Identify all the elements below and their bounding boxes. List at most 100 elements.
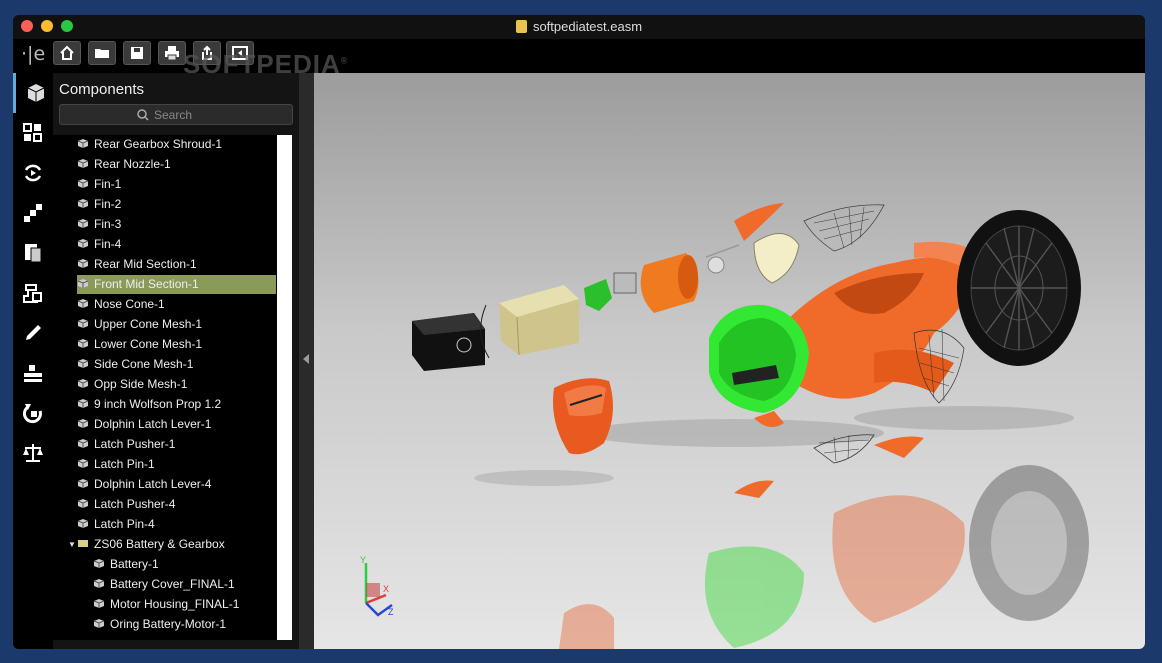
components-panel: Components Search Rear Gearbox Shroud-1 R… bbox=[53, 73, 299, 649]
tree-item[interactable]: Fin-1 bbox=[77, 175, 276, 194]
tree-group[interactable]: ZS06 Battery & Gearbox bbox=[77, 535, 276, 554]
oring-part[interactable] bbox=[584, 279, 612, 311]
tree-item[interactable]: Latch Pusher-1 bbox=[77, 435, 276, 454]
views-icon bbox=[23, 123, 42, 142]
tree-item-label: Rear Gearbox Shroud-1 bbox=[94, 137, 223, 151]
tree-item[interactable]: Rear Mid Section-1 bbox=[77, 255, 276, 274]
tree-item-label: Front Mid Section-1 bbox=[94, 277, 199, 291]
tree-item[interactable]: 9 inch Wolfson Prop 1.2 bbox=[77, 395, 276, 414]
measure-tab[interactable] bbox=[13, 353, 53, 393]
3d-viewport[interactable]: Y X Z bbox=[314, 73, 1145, 649]
search-placeholder: Search bbox=[154, 108, 193, 122]
motor-housing-part[interactable] bbox=[613, 253, 699, 313]
document-icon bbox=[515, 20, 527, 33]
axis-triad: Y X Z bbox=[360, 555, 394, 617]
markup-icon bbox=[25, 244, 42, 263]
tree-item[interactable]: Dolphin Latch Lever-4 bbox=[77, 475, 276, 494]
home-button[interactable] bbox=[53, 41, 81, 65]
tree-item-label: Dolphin Latch Lever-1 bbox=[94, 417, 212, 431]
component-icon bbox=[93, 579, 105, 588]
tree-item[interactable]: Front Mid Section-1 bbox=[77, 275, 276, 294]
tree-item[interactable]: Side Cone Mesh-1 bbox=[77, 355, 276, 374]
component-icon bbox=[77, 239, 89, 248]
scale-tab[interactable] bbox=[13, 433, 53, 473]
animation-tab[interactable] bbox=[13, 153, 53, 193]
tree-item-label: Battery Cover_FINAL-1 bbox=[110, 577, 235, 591]
tree-item-label: Side Cone Mesh-1 bbox=[94, 357, 194, 371]
pen-tab[interactable] bbox=[13, 313, 53, 353]
component-icon bbox=[77, 299, 89, 308]
tree-item[interactable]: Dolphin Latch Lever-1 bbox=[77, 415, 276, 434]
search-icon bbox=[137, 109, 149, 121]
components-tab[interactable] bbox=[13, 73, 53, 113]
tree-item-label: Fin-4 bbox=[94, 237, 122, 251]
nose-cone-part[interactable] bbox=[553, 378, 613, 455]
tree-item-label: Battery-1 bbox=[110, 557, 159, 571]
tree-item-label: Latch Pusher-4 bbox=[94, 497, 176, 511]
tree-item-label: Nose Cone-1 bbox=[94, 297, 165, 311]
component-icon bbox=[77, 339, 89, 348]
tree-child-item[interactable]: Oring Battery-Motor-1 bbox=[93, 615, 276, 634]
print-icon bbox=[165, 46, 179, 61]
front-mid-section-part[interactable] bbox=[784, 241, 979, 399]
rotate-tab[interactable] bbox=[13, 393, 53, 433]
battery-part[interactable] bbox=[412, 313, 485, 371]
app-window: softpediatest.easm ·|e SOFTPEDIA® Compon… bbox=[13, 15, 1145, 649]
components-icon bbox=[27, 84, 45, 102]
component-icon bbox=[77, 459, 89, 468]
tree-item[interactable]: Lower Cone Mesh-1 bbox=[77, 335, 276, 354]
tree-item-label: Fin-1 bbox=[94, 177, 122, 191]
tree-item[interactable]: Latch Pin-4 bbox=[77, 515, 276, 534]
tree-group-label: ZS06 Battery & Gearbox bbox=[94, 537, 225, 551]
tree-item-label: Rear Nozzle-1 bbox=[94, 157, 171, 171]
component-icon bbox=[77, 219, 89, 228]
tree-child-item[interactable]: Battery-1 bbox=[93, 555, 276, 574]
open-button[interactable] bbox=[88, 41, 116, 65]
battery-cover-part[interactable] bbox=[499, 285, 579, 356]
markup-tab[interactable] bbox=[13, 233, 53, 273]
tree-item[interactable]: Fin-2 bbox=[77, 195, 276, 214]
rear-nozzle-part[interactable] bbox=[957, 210, 1081, 366]
tree-item[interactable]: Opp Side Mesh-1 bbox=[77, 375, 276, 394]
tree-item[interactable]: Fin-3 bbox=[77, 215, 276, 234]
component-icon bbox=[77, 379, 89, 388]
tree-item[interactable]: Rear Nozzle-1 bbox=[77, 155, 276, 174]
tree-scrollbar[interactable] bbox=[277, 135, 292, 640]
component-tree: Rear Gearbox Shroud-1 Rear Nozzle-1 Fin-1 F… bbox=[53, 135, 277, 640]
panel-divider[interactable] bbox=[299, 73, 314, 649]
measure-icon bbox=[24, 365, 42, 382]
print-button[interactable] bbox=[158, 41, 186, 65]
search-input[interactable]: Search bbox=[59, 104, 293, 125]
tree-item[interactable]: Nose Cone-1 bbox=[77, 295, 276, 314]
collapse-arrow-icon[interactable] bbox=[303, 354, 309, 364]
steps-tab[interactable] bbox=[13, 193, 53, 233]
animation-icon bbox=[24, 164, 42, 182]
tree-item-label: Rear Mid Section-1 bbox=[94, 257, 197, 271]
tree-item[interactable]: Upper Cone Mesh-1 bbox=[77, 315, 276, 334]
axis-x-label: X bbox=[383, 584, 389, 594]
rotate-icon bbox=[23, 404, 42, 424]
tree-item[interactable]: Rear Gearbox Shroud-1 bbox=[77, 135, 276, 154]
save-button[interactable] bbox=[123, 41, 151, 65]
tree-child-item[interactable]: Battery Cover_FINAL-1 bbox=[93, 575, 276, 594]
views-tab[interactable] bbox=[13, 113, 53, 153]
stamp-tab[interactable] bbox=[13, 273, 53, 313]
tree-item-label: Fin-2 bbox=[94, 197, 122, 211]
component-icon bbox=[77, 139, 89, 148]
tree-item-label: Fin-3 bbox=[94, 217, 122, 231]
tree-item-label: Upper Cone Mesh-1 bbox=[94, 317, 203, 331]
component-icon bbox=[77, 279, 89, 288]
tree-child-item[interactable]: Motor Housing_FINAL-1 bbox=[93, 595, 276, 614]
component-icon bbox=[77, 359, 89, 368]
tree-item[interactable]: Latch Pin-1 bbox=[77, 455, 276, 474]
nose-cone-housing-part[interactable] bbox=[709, 304, 809, 427]
steps-icon bbox=[24, 204, 42, 222]
model-render: Y X Z bbox=[360, 203, 1089, 649]
tree-item-label: Oring Battery-Motor-1 bbox=[110, 617, 227, 631]
tree-item[interactable]: Fin-4 bbox=[77, 235, 276, 254]
disclosure-arrow-icon[interactable]: ▼ bbox=[68, 540, 76, 549]
upper-cone-mesh[interactable] bbox=[803, 204, 885, 252]
tool-rail bbox=[13, 73, 53, 649]
tree-item-label: Latch Pin-1 bbox=[94, 457, 155, 471]
tree-item[interactable]: Latch Pusher-4 bbox=[77, 495, 276, 514]
